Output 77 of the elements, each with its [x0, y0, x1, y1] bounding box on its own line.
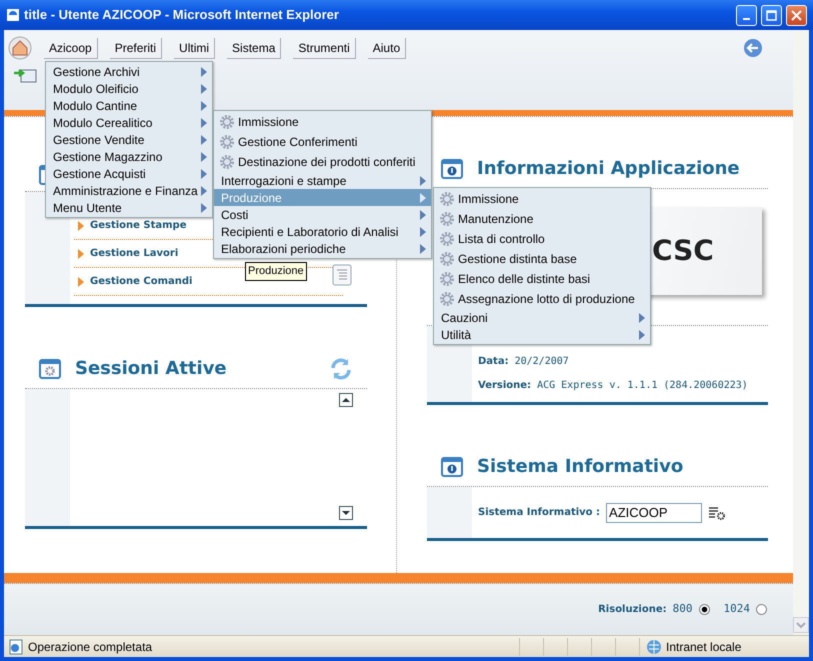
gear-icon — [439, 231, 455, 247]
info-icon — [441, 456, 463, 476]
option-label: 800 — [672, 601, 692, 618]
menu-item[interactable]: Immissione — [434, 189, 650, 209]
globe-icon — [646, 638, 662, 654]
gear-icon — [439, 211, 455, 227]
panel-title: Informazioni Applicazione — [477, 157, 740, 181]
triangle-icon — [78, 276, 84, 286]
triangle-icon — [78, 220, 84, 230]
document-icon[interactable] — [331, 264, 353, 286]
menu-item[interactable]: Destinazione dei prodotti conferiti — [214, 152, 431, 172]
link[interactable]: Gestione Stampe — [90, 218, 186, 233]
menu-item[interactable]: Immissione — [214, 112, 431, 132]
gear-icon — [219, 134, 235, 150]
close-button[interactable] — [786, 4, 807, 26]
resolution-label: Risoluzione: — [598, 603, 667, 617]
input-field[interactable]: AZICOOP — [606, 502, 702, 522]
link[interactable]: Gestione Comandi — [90, 274, 192, 289]
menu-item[interactable]: Modulo Oleificio — [46, 80, 212, 97]
panel-title: Sistema Informativo — [477, 455, 684, 479]
info-line: Data: 20/2/2007 — [478, 355, 570, 369]
scroll-up-button[interactable] — [339, 393, 353, 407]
browser-icon — [6, 8, 20, 22]
menu-item[interactable]: Gestione Conferimenti — [214, 132, 431, 152]
menu-item[interactable]: Gestione Acquisti — [46, 165, 212, 182]
radio-button[interactable] — [698, 604, 710, 615]
maximize-button[interactable] — [761, 4, 782, 26]
panel-title: Sessioni Attive — [75, 357, 228, 381]
gear-icon — [219, 114, 235, 130]
menu-item[interactable]: Elaborazioni periodiche — [214, 240, 431, 257]
zone-text: Intranet locale — [666, 638, 742, 656]
triangle-icon — [78, 248, 84, 258]
menu-item[interactable]: Gestione Magazzino — [46, 148, 212, 165]
panel-strip — [427, 487, 472, 538]
settings-icon — [39, 358, 61, 378]
menu-button[interactable]: Aiuto — [368, 38, 406, 58]
list-settings-icon[interactable] — [708, 504, 726, 520]
option-label: 1024 — [724, 601, 750, 618]
radio-button[interactable] — [756, 604, 767, 615]
menu-button[interactable]: Sistema — [227, 38, 282, 58]
menu-item[interactable]: Interrogazioni e stampe — [214, 172, 431, 189]
menu-item[interactable]: Modulo Cantine — [46, 97, 212, 114]
gear-icon — [439, 191, 455, 207]
window-title: title - Utente AZICOOP - Microsoft Internet Explorer — [24, 6, 340, 24]
menu-item[interactable]: Gestione Vendite — [46, 131, 212, 148]
menu-item[interactable]: Utilità — [434, 326, 650, 343]
gear-icon — [439, 291, 455, 307]
page-icon — [8, 638, 24, 654]
home-icon[interactable] — [8, 36, 32, 60]
gear-icon — [439, 271, 455, 287]
minimize-icon — [743, 18, 750, 20]
status-text: Operazione completata — [28, 638, 154, 656]
menu-item[interactable]: Gestione Archivi — [46, 63, 212, 80]
close-icon — [791, 10, 802, 20]
gear-icon — [439, 251, 455, 267]
scrollbar[interactable] — [793, 30, 809, 635]
scroll-down-button[interactable] — [339, 506, 353, 520]
menu-item[interactable]: Recipienti e Laboratorio di Analisi — [214, 223, 431, 240]
info-icon — [441, 158, 463, 178]
menu-item[interactable]: Cauzioni — [434, 309, 650, 326]
tooltip: Produzione — [245, 262, 307, 280]
menu-item[interactable]: Amministrazione e Finanza — [46, 182, 212, 199]
maximize-icon — [766, 10, 777, 20]
menu-button[interactable]: Strumenti — [293, 38, 356, 58]
link[interactable]: Gestione Lavori — [90, 246, 178, 261]
refresh-icon[interactable] — [329, 356, 353, 380]
menu-button[interactable]: Preferiti — [110, 38, 162, 58]
minimize-button[interactable] — [736, 4, 757, 26]
gear-icon — [219, 154, 235, 170]
menu-item[interactable]: Modulo Cerealitico — [46, 114, 212, 131]
menu-item[interactable]: Menu Utente — [46, 199, 212, 216]
menu-item[interactable]: Costi — [214, 206, 431, 223]
info-line: Versione: ACG Express v. 1.1.1 (284.20060223) — [478, 379, 749, 393]
field-label: Sistema Informativo : — [478, 506, 600, 520]
window-arrow-icon[interactable] — [13, 66, 37, 84]
menu-button[interactable]: Azicoop — [44, 38, 98, 58]
menu-button[interactable]: Ultimi — [174, 38, 216, 58]
